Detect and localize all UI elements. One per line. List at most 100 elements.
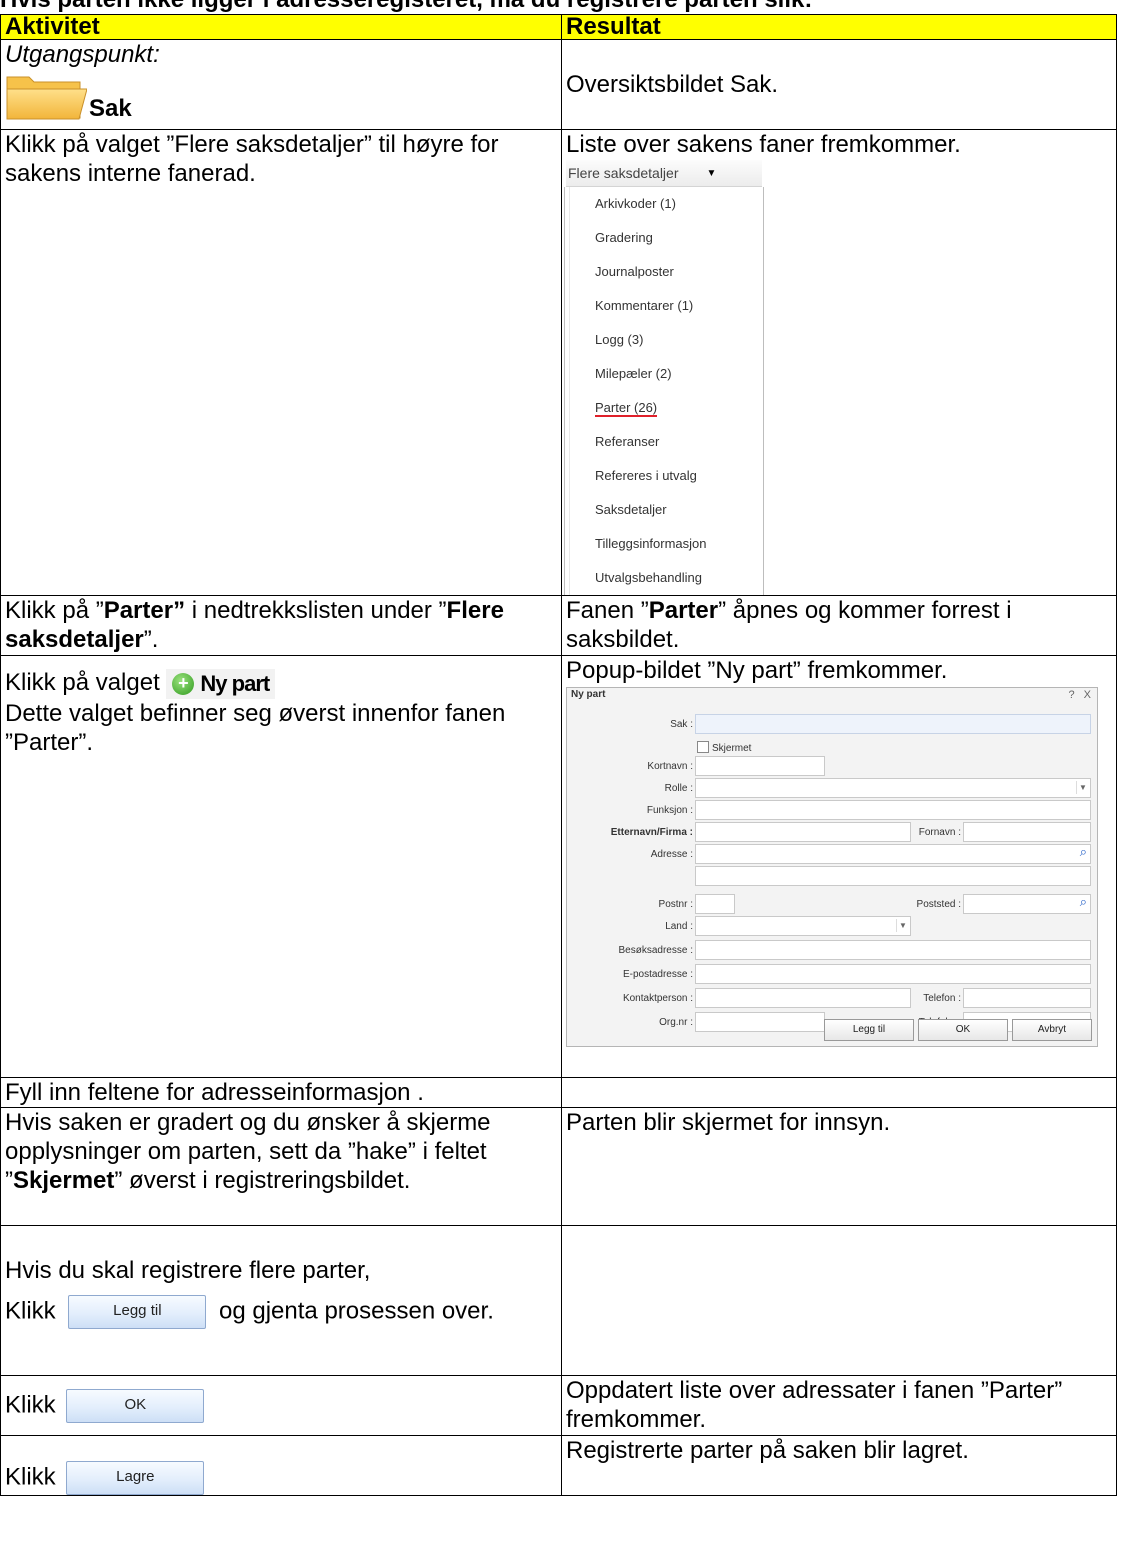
dropdown-item-label: Refereres i utvalg — [595, 468, 697, 483]
dropdown-item[interactable]: Kommentarer (1) — [569, 289, 763, 323]
label: Adresse : — [650, 849, 693, 860]
label: Etternavn/Firma : — [610, 827, 693, 838]
activity-cell: Klikk OK — [0, 1375, 562, 1436]
funksjon-field[interactable] — [695, 800, 1091, 820]
dropdown-list: Arkivkoder (1) Gradering Journalposter Komm… — [564, 187, 764, 595]
add-button[interactable]: Legg til — [68, 1295, 207, 1329]
activity-cell: Hvis du skal registrere flere parter, Kl… — [0, 1225, 562, 1376]
result-cell: Liste over sakens faner fremkommer. Fler… — [561, 129, 1117, 596]
text: Hvis du skal registrere flere parter, — [5, 1257, 371, 1284]
dropdown-item-label: Parter (26) — [595, 400, 658, 417]
text: Klikk på valget — [5, 669, 160, 696]
sak-field[interactable] — [695, 714, 1091, 734]
dropdown-item-label: Tilleggsinformasjon — [595, 536, 707, 551]
orgnr-field[interactable] — [695, 1012, 825, 1032]
text-bold: Parter” — [103, 597, 186, 624]
land-select[interactable]: ▼ — [695, 916, 911, 936]
dialog-help-close-icons[interactable]: ? X — [1068, 689, 1094, 701]
rolle-select[interactable]: ▼ — [695, 778, 1091, 798]
text: Klikk på ” — [5, 597, 104, 624]
activity-cell: Fyll inn feltene for adresseinformasjon … — [0, 1077, 562, 1108]
plus-circle-icon: + — [172, 672, 195, 695]
dropdown-item[interactable]: Referanser — [569, 425, 763, 459]
cancel-button[interactable]: Avbryt — [1012, 1019, 1092, 1041]
dropdown-item[interactable]: Tilleggsinformasjon — [569, 527, 763, 561]
text: Fanen ” — [566, 597, 649, 624]
add-button[interactable]: Legg til — [824, 1019, 914, 1041]
result-text: Liste over sakens faner fremkommer. — [566, 131, 961, 158]
dropdown-item-label: Referanser — [595, 434, 660, 449]
dropdown-item[interactable]: Utvalgsbehandling — [569, 561, 763, 595]
dropdown-item-label: Milepæler (2) — [595, 366, 672, 381]
label: Fornavn : — [918, 827, 961, 838]
label: Sak : — [670, 719, 693, 730]
activity-cell: Klikk Lagre — [0, 1435, 562, 1496]
more-details-dropdown[interactable]: Flere saksdetaljer ▼ Arkivkoder (1) Grade… — [564, 160, 764, 595]
dropdown-item[interactable]: Parter (26) — [569, 391, 763, 425]
result-cell — [561, 1077, 1117, 1108]
poststed-field[interactable]: ⌕ — [963, 894, 1091, 914]
kortnavn-field[interactable] — [695, 756, 825, 776]
dropdown-item[interactable]: Milepæler (2) — [569, 357, 763, 391]
save-button[interactable]: Lagre — [66, 1461, 205, 1495]
label: Org.nr : — [659, 1017, 693, 1028]
text: Klikk — [5, 1390, 56, 1418]
start-point-label: Utgangspunkt: — [5, 41, 160, 68]
dropdown-header-label: Flere saksdetaljer — [568, 164, 679, 181]
besoksadresse-field[interactable] — [695, 940, 1091, 960]
skjermet-checkbox[interactable]: Skjermet — [697, 741, 751, 755]
adresse-line2-field[interactable] — [695, 866, 1091, 886]
activity-cell: Klikk på ”Parter” i nedtrekkslisten unde… — [0, 595, 562, 656]
sak-shortcut: Sak — [5, 71, 557, 123]
result-cell: Oversiktsbildet Sak. — [561, 39, 1117, 130]
checkbox-icon — [697, 741, 709, 753]
table-row: Klikk på valget ”Flere saksdetaljer” til… — [0, 129, 1117, 596]
label: Kontaktperson : — [622, 993, 693, 1004]
new-party-button[interactable]: + Ny part — [166, 668, 276, 699]
label: Skjermet — [712, 743, 752, 754]
folder-icon — [6, 76, 87, 120]
text: og gjenta prosessen over. — [219, 1297, 494, 1325]
label: Rolle : — [664, 783, 693, 794]
search-icon[interactable]: ⌕ — [1080, 895, 1087, 908]
table-row: Hvis saken er gradert og du ønsker å skj… — [0, 1107, 1117, 1226]
search-icon[interactable]: ⌕ — [1080, 845, 1087, 858]
table-header-row: Aktivitet Resultat — [0, 14, 1117, 40]
etternavn-field[interactable] — [695, 822, 911, 842]
result-cell: Parten blir skjermet for innsyn. — [561, 1107, 1117, 1226]
table-row: Klikk på valget + Ny part Dette valget b… — [0, 655, 1117, 1078]
table-row: Klikk OK Oppdatert liste over adressater… — [0, 1375, 1117, 1436]
label: Telefon : — [923, 993, 961, 1004]
text: i nedtrekkslisten under ” — [185, 597, 447, 624]
chevron-down-icon: ▼ — [1076, 781, 1089, 794]
new-party-label: Ny part — [200, 671, 270, 697]
label: Kortnavn : — [647, 761, 693, 772]
caret-down-icon: ▼ — [706, 167, 717, 179]
dropdown-item[interactable]: Refereres i utvalg — [569, 459, 763, 493]
dropdown-item[interactable]: Journalposter — [569, 255, 763, 289]
label: E-postadresse : — [622, 969, 693, 980]
fornavn-field[interactable] — [963, 822, 1091, 842]
dropdown-item[interactable]: Gradering — [569, 221, 763, 255]
result-cell: Registrerte parter på saken blir lagret. — [561, 1435, 1117, 1496]
dialog-title: Ny part — [571, 689, 606, 700]
label: Poststed : — [916, 899, 961, 910]
result-cell: Popup-bildet ”Ny part” fremkommer. Ny pa… — [561, 655, 1117, 1078]
table-row: Klikk på ”Parter” i nedtrekkslisten unde… — [0, 595, 1117, 656]
text: Klikk — [5, 1463, 56, 1491]
telefon-field[interactable] — [963, 988, 1091, 1008]
adresse-field[interactable]: ⌕ — [695, 844, 1091, 864]
dropdown-item-label: Arkivkoder (1) — [595, 196, 676, 211]
epost-field[interactable] — [695, 964, 1091, 984]
dropdown-item[interactable]: Logg (3) — [569, 323, 763, 357]
dropdown-item[interactable]: Arkivkoder (1) — [569, 187, 763, 221]
result-cell: Oppdatert liste over adressater i fanen … — [561, 1375, 1117, 1436]
postnr-field[interactable] — [695, 894, 735, 914]
table-row: Utgangspunkt: Sak Oversiktsbildet Sak. — [0, 39, 1117, 130]
ok-button[interactable]: OK — [918, 1019, 1008, 1041]
dropdown-item[interactable]: Saksdetaljer — [569, 493, 763, 527]
dropdown-header[interactable]: Flere saksdetaljer ▼ — [566, 160, 762, 187]
dropdown-item-label: Kommentarer (1) — [595, 298, 694, 313]
page-heading: Hvis parten ikke ligger i adresseregiste… — [0, 0, 812, 14]
ok-button[interactable]: OK — [66, 1388, 205, 1423]
